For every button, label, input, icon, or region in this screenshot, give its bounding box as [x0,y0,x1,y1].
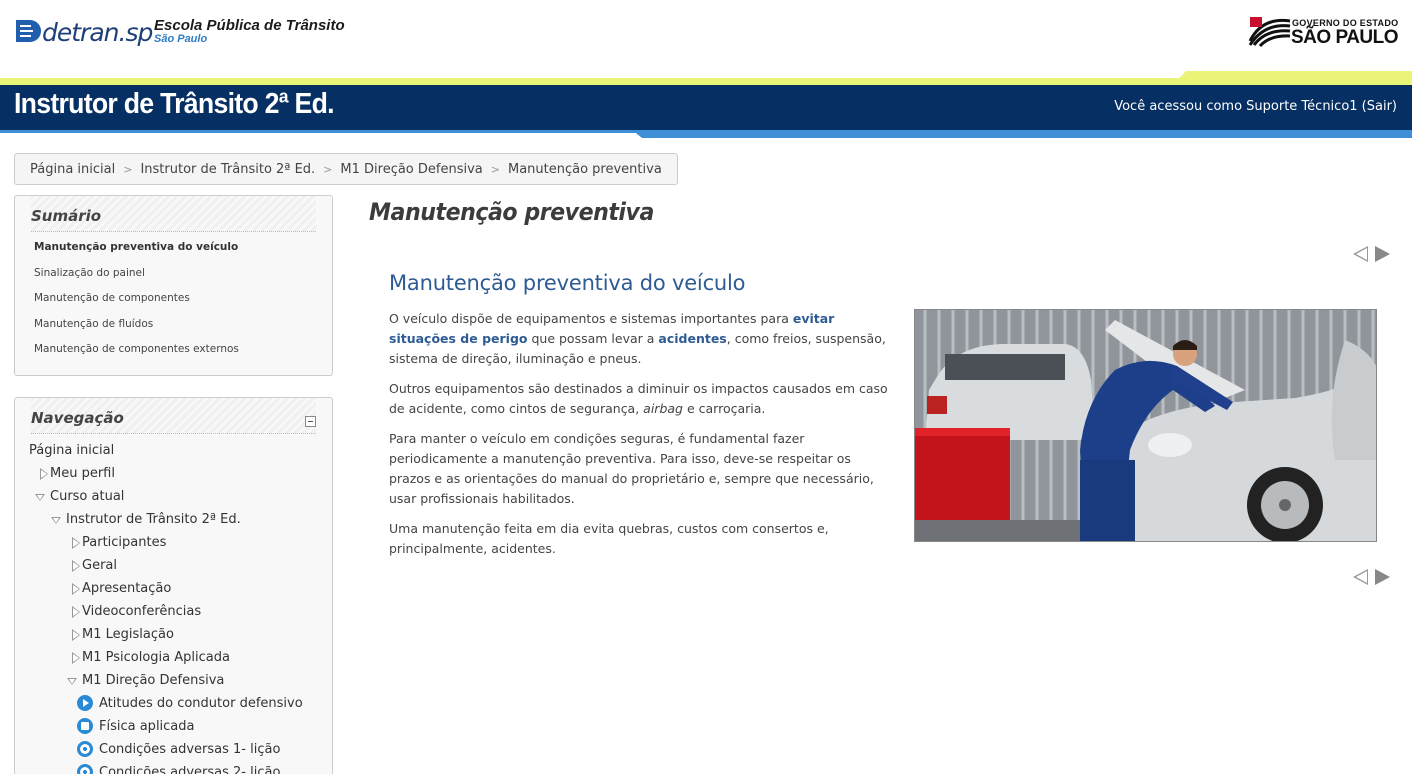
nav-item-m1-legislation[interactable]: M1 Legislação [67,625,174,648]
breadcrumb-separator: > [490,162,500,176]
highlight-text: acidentes [658,331,727,346]
nav-item-m1-psychology[interactable]: M1 Psicologia Aplicada [67,648,230,671]
nav-item-videoconferences[interactable]: Videoconferências [67,602,201,625]
navigation-block-header: Navegação [31,398,316,434]
nav-item-label: Participantes [82,535,167,550]
nav-item-label: Geral [82,558,117,573]
expand-arrow-icon[interactable] [72,606,80,618]
mechanic-illustration [915,310,1376,541]
page-navigation-bottom [1353,567,1393,585]
escola-logo: Escola Pública de Trânsito São Paulo [154,17,345,45]
summary-item[interactable]: Sinalização do painel [34,266,332,292]
summary-block: Sumário Manutenção preventiva do veículo… [14,195,333,376]
content-paragraph: Uma manutenção feita em dia evita quebra… [389,521,829,556]
previous-page-icon[interactable] [1353,569,1368,585]
breadcrumb-item-current: Manutenção preventiva [507,161,662,177]
expand-arrow-icon[interactable] [72,560,80,572]
breadcrumb-separator: > [123,162,133,176]
nav-item-label: Atitudes do condutor defensivo [99,696,303,711]
expand-arrow-icon[interactable] [72,537,80,549]
nav-item-label: Física aplicada [99,719,195,734]
nav-item-current-course[interactable]: Curso atual [35,487,124,510]
mechanic-car-photo [914,309,1377,542]
lesson-activity-icon [77,741,93,757]
nav-item-label: Videoconferências [82,604,202,619]
collapse-block-icon[interactable] [305,416,316,427]
breadcrumb-separator: > [323,162,333,176]
summary-block-header: Sumário [31,196,316,232]
content-paragraph: O veículo dispõe de equipamentos e siste… [389,311,886,366]
nav-item-label: Meu perfil [50,466,115,481]
summary-item[interactable]: Manutenção de fluídos [34,317,332,343]
accent-stripe-blue-tab [632,130,1412,138]
lesson-activity-icon [77,764,93,774]
nav-item-label: Instrutor de Trânsito 2ª Ed. [66,512,241,527]
nav-activity-item[interactable]: Condições adversas 1- lição [77,740,280,763]
nav-item-label: M1 Legislação [82,627,174,642]
next-page-icon[interactable] [1375,246,1390,262]
content-heading: Manutenção preventiva do veículo [389,271,746,295]
nav-item-label: Apresentação [82,581,172,596]
nav-item-general[interactable]: Geral [67,556,117,579]
breadcrumb-item-course[interactable]: Instrutor de Trânsito 2ª Ed. [140,162,315,177]
summary-block-title: Sumário [31,207,102,225]
nav-item-label: Condições adversas 1- lição [99,742,281,757]
nav-item-course[interactable]: Instrutor de Trânsito 2ª Ed. [51,510,241,533]
top-logo-bar: detran.sp Escola Pública de Trânsito São… [0,0,1412,78]
summary-list: Manutenção preventiva do veículo Sinaliz… [15,232,332,368]
governo-sp-logo: GOVERNO DO ESTADO SÃO PAULO [1248,15,1399,49]
nav-item-label: Curso atual [50,489,125,504]
summary-item[interactable]: Manutenção de componentes externos [34,342,332,368]
nav-activity-item[interactable]: Atitudes do condutor defensivo [77,694,303,717]
breadcrumb: Página inicial > Instrutor de Trânsito 2… [14,153,678,185]
summary-item-current[interactable]: Manutenção preventiva do veículo [34,240,332,266]
governo-line2: SÃO PAULO [1291,27,1399,48]
nav-item-label: M1 Psicologia Aplicada [82,650,230,665]
detran-logo-icon [16,20,41,42]
previous-page-icon[interactable] [1353,246,1368,262]
page-title: Manutenção preventiva [369,198,654,226]
nav-item-profile[interactable]: Meu perfil [35,464,115,487]
nav-item-m1-defensive-driving[interactable]: M1 Direção Defensiva [67,671,224,694]
login-info[interactable]: Você acessou como Suporte Técnico1 (Sair… [1114,99,1397,114]
video-activity-icon [77,695,93,711]
escola-title: Escola Pública de Trânsito [154,17,345,34]
nav-activity-item[interactable]: Física aplicada [77,717,195,740]
page-navigation-top [1353,244,1393,262]
expand-arrow-icon[interactable] [72,629,80,641]
detran-logo-text: detran.sp [42,18,153,47]
nav-item-label: M1 Direção Defensiva [82,673,225,688]
page-activity-icon [77,718,93,734]
expand-arrow-icon[interactable] [40,468,48,480]
next-page-icon[interactable] [1375,569,1390,585]
navigation-block-title: Navegação [31,409,124,427]
navigation-block: Navegação Página inicial Meu perfil Curs… [14,397,333,774]
content-paragraph: Para manter o veículo em condições segur… [389,431,874,506]
governo-flag-icon [1248,17,1291,47]
nav-item-presentation[interactable]: Apresentação [67,579,171,602]
breadcrumb-item-section[interactable]: M1 Direção Defensiva [340,162,482,177]
summary-item[interactable]: Manutenção de componentes [34,291,332,317]
content-body: O veículo dispõe de equipamentos e siste… [389,309,894,569]
nav-item-home[interactable]: Página inicial [29,441,114,464]
detran-logo[interactable]: detran.sp [14,14,153,50]
expand-arrow-icon[interactable] [72,652,80,664]
escola-subtitle: São Paulo [154,33,208,45]
content-paragraph: Outros equipamentos são destinados a dim… [389,381,888,416]
nav-activity-item[interactable]: Condições adversas 2- lição [77,763,280,774]
nav-item-label: Condições adversas 2- lição [99,765,281,774]
nav-item-label: Página inicial [29,443,115,458]
nav-item-participants[interactable]: Participantes [67,533,166,556]
expand-arrow-icon[interactable] [72,583,80,595]
course-title[interactable]: Instrutor de Trânsito 2ª Ed. [14,88,335,121]
breadcrumb-item-home[interactable]: Página inicial [30,162,115,177]
